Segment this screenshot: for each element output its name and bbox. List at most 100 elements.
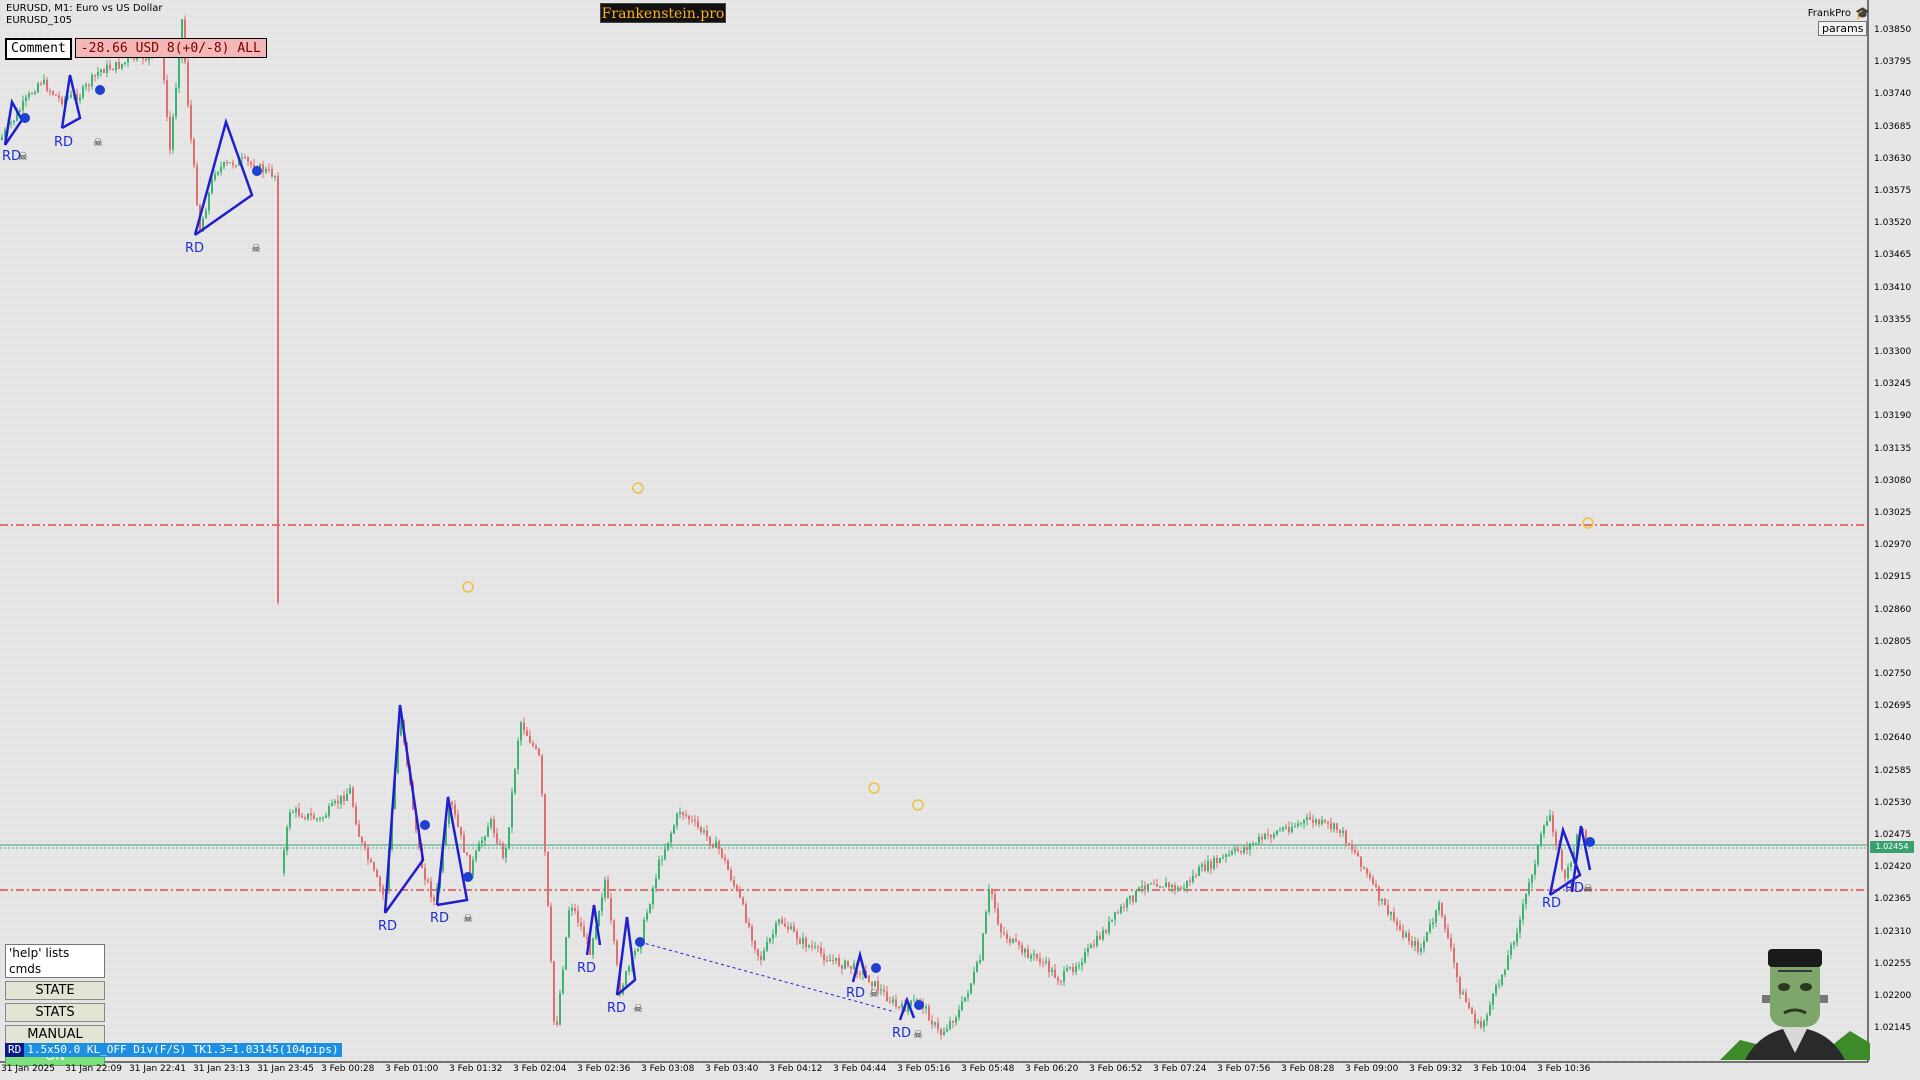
candle-body — [577, 911, 579, 923]
price-tick-label: 1.03685 — [1874, 121, 1912, 132]
price-tick-label: 1.02145 — [1874, 1023, 1912, 1034]
candle-body — [1357, 852, 1359, 857]
candle-body — [1174, 885, 1176, 891]
candle-body — [316, 818, 318, 820]
candle-body — [1285, 826, 1287, 828]
candle-body — [1081, 962, 1083, 966]
candle-body — [1438, 902, 1440, 911]
candle-body — [937, 1022, 939, 1030]
candle-body — [544, 794, 546, 852]
candle-body — [607, 879, 609, 898]
candle-body — [1471, 1007, 1473, 1014]
candle-body — [319, 818, 321, 820]
state-button[interactable]: STATE — [5, 981, 105, 1000]
candle-body — [682, 812, 684, 815]
params-button[interactable]: params — [1818, 21, 1868, 36]
candle-body — [484, 836, 486, 841]
candle-body — [1552, 815, 1554, 833]
candle-body — [679, 812, 681, 814]
candle-body — [550, 906, 552, 962]
price-tick-label: 1.03630 — [1874, 153, 1912, 164]
candle-body — [1132, 895, 1134, 902]
candle-body — [1045, 961, 1047, 963]
candle-body — [784, 923, 786, 927]
time-tick-label: 3 Feb 06:20 — [1025, 1064, 1079, 1074]
candle-body — [124, 62, 126, 64]
brand-label[interactable]: Frankenstein.pro — [600, 3, 726, 23]
candle-body — [211, 179, 213, 193]
candle-body — [1201, 864, 1203, 868]
candle-body — [343, 795, 345, 801]
candle-body — [838, 957, 840, 966]
marker — [1585, 837, 1595, 847]
candle-body — [958, 1009, 960, 1018]
skull-icon: ☠ — [1583, 882, 1593, 895]
candle-body — [940, 1029, 942, 1036]
candle-body — [1393, 911, 1395, 921]
marker — [463, 872, 473, 882]
comment-box: Comment -28.66 USD 8(+0/-8) ALL — [5, 38, 267, 60]
candle-body — [1261, 837, 1263, 840]
candle-body — [592, 938, 594, 955]
time-tick-label: 3 Feb 01:00 — [385, 1064, 439, 1074]
candle-body — [79, 97, 81, 101]
price-chart[interactable]: ☠ ☠ ☠ ☠ ☠ ☠ ☠ ☠ RDRDRDRDRDRDRDRDRDRDRD — [0, 0, 1920, 1080]
candle-body — [520, 722, 522, 741]
candle-body — [688, 816, 690, 820]
candle-body — [532, 742, 534, 746]
stats-button[interactable]: STATS — [5, 1003, 105, 1022]
candle-body — [1018, 941, 1020, 946]
candle-body — [1546, 821, 1548, 826]
candle-body — [1108, 921, 1110, 933]
candle-body — [787, 926, 789, 930]
candle-body — [1561, 850, 1563, 870]
candle-body — [1531, 874, 1533, 883]
candle-body — [37, 83, 39, 93]
rd-label: RD — [577, 961, 596, 976]
candle-body — [1030, 955, 1032, 959]
candle-body — [235, 165, 237, 167]
candle-body — [94, 75, 96, 77]
candle-body — [1486, 1015, 1488, 1021]
time-tick-label: 3 Feb 10:04 — [1473, 1064, 1527, 1074]
candle-body — [814, 946, 816, 948]
candle-body — [1321, 819, 1323, 824]
time-tick-label: 3 Feb 02:04 — [513, 1064, 567, 1074]
candle-body — [1294, 825, 1296, 827]
candle-body — [853, 963, 855, 969]
candle-body — [967, 993, 969, 998]
marker — [252, 166, 262, 176]
candle-body — [1180, 887, 1182, 889]
candle-body — [46, 79, 48, 91]
candle-body — [1366, 868, 1368, 874]
candle-body — [286, 827, 288, 851]
manual-button[interactable]: MANUAL — [5, 1025, 105, 1044]
candle-body — [1390, 911, 1392, 915]
candle-body — [1495, 985, 1497, 994]
time-tick-label: 31 Jan 22:09 — [65, 1064, 122, 1074]
frankpro-label[interactable]: FrankPro 🎓 — [1808, 6, 1870, 20]
candle-body — [1570, 863, 1572, 867]
candle-body — [472, 859, 474, 875]
candle-body — [496, 833, 498, 844]
candle-body — [493, 818, 495, 834]
candle-body — [526, 730, 528, 736]
time-tick-label: 3 Feb 02:36 — [577, 1064, 631, 1074]
candle-body — [214, 174, 216, 180]
candle-body — [382, 887, 384, 895]
candle-body — [898, 1006, 900, 1008]
candle-body — [1378, 887, 1380, 901]
frankenstein-mascot-icon — [1720, 949, 1870, 1060]
candle-body — [1420, 948, 1422, 952]
candle-body — [850, 966, 852, 969]
candle-body — [1036, 953, 1038, 959]
candle-body — [1246, 847, 1248, 850]
candle-body — [295, 808, 297, 813]
candle-body — [1159, 886, 1161, 888]
candle-body — [757, 949, 759, 956]
candle-body — [1048, 961, 1050, 972]
candle-body — [637, 948, 639, 952]
candle-body — [1252, 843, 1254, 845]
candle-body — [1306, 817, 1308, 820]
comment-value: -28.66 USD 8(+0/-8) ALL — [74, 38, 267, 58]
